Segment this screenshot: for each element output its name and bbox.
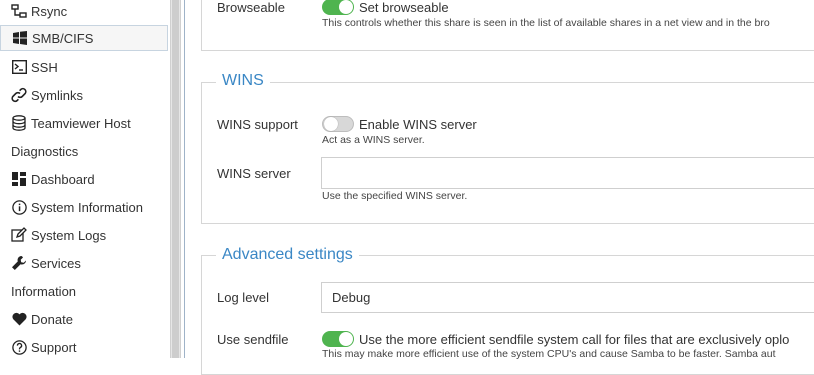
browseable-help: This controls whether this share is seen… — [322, 17, 770, 29]
wrench-icon — [11, 255, 27, 271]
wins-server-input[interactable] — [321, 157, 814, 189]
info-icon — [11, 199, 27, 215]
wins-server-label: WINS server — [217, 166, 291, 181]
wins-support-toggle-text: Enable WINS server — [359, 117, 477, 132]
browseable-label: Browseable — [217, 0, 285, 15]
heart-icon — [11, 311, 27, 327]
sidebar-scrollbar[interactable] — [170, 0, 181, 358]
database-icon — [11, 115, 27, 131]
use-sendfile-label: Use sendfile — [217, 332, 289, 347]
sidebar-item-label: Symlinks — [31, 87, 84, 103]
link-icon — [11, 87, 27, 103]
sidebar-heading-diagnostics: Diagnostics — [11, 144, 79, 159]
sidebar-item-symlinks[interactable]: Symlinks — [0, 82, 168, 108]
sidebar-item-label: Rsync — [31, 3, 68, 19]
wins-support-toggle[interactable] — [322, 116, 354, 132]
sidebar-item-services[interactable]: Services — [0, 250, 168, 276]
sidebar-item-teamviewer-host[interactable]: Teamviewer Host — [0, 110, 168, 136]
sidebar-item-smb-cifs[interactable]: SMB/CIFS — [0, 25, 168, 51]
wins-support-help: Act as a WINS server. — [322, 134, 425, 146]
sidebar-nav: Rsync SMB/CIFS SSH Symlinks Teamviewer H… — [0, 0, 170, 358]
browseable-toggle-text: Set browseable — [359, 0, 449, 15]
sidebar-item-system-information[interactable]: System Information — [0, 194, 168, 220]
sidebar-item-support[interactable]: Support — [0, 334, 168, 360]
sidebar-item-donate[interactable]: Donate — [0, 306, 168, 332]
terminal-icon — [11, 59, 27, 75]
use-sendfile-help: This may make more efficient use of the … — [322, 348, 776, 360]
sidebar-item-label: Support — [31, 339, 77, 355]
sidebar-item-label: Teamviewer Host — [31, 115, 131, 131]
toggle-knob — [339, 0, 353, 14]
use-sendfile-toggle-text: Use the more efficient sendfile system c… — [359, 332, 790, 347]
toggle-knob — [339, 332, 353, 346]
sidebar-heading-information: Information — [11, 284, 77, 299]
rsync-icon — [11, 3, 27, 19]
dashboard-icon — [11, 171, 27, 187]
wins-server-help: Use the specified WINS server. — [322, 190, 468, 202]
question-icon — [11, 339, 27, 355]
sidebar-item-system-logs[interactable]: System Logs — [0, 222, 168, 248]
sidebar-item-label: System Information — [31, 199, 143, 215]
scrollbar-thumb[interactable] — [172, 0, 179, 358]
windows-icon — [12, 30, 28, 46]
edit-icon — [11, 227, 27, 243]
toggle-knob — [324, 117, 338, 131]
sidebar-item-label: Services — [31, 255, 81, 271]
sidebar-item-label: SSH — [31, 59, 58, 75]
sidebar-item-ssh[interactable]: SSH — [0, 54, 168, 80]
sidebar-item-label: Donate — [31, 311, 73, 327]
sidebar-item-label: Dashboard — [31, 171, 95, 187]
wins-legend: WINS — [216, 72, 270, 90]
wins-fieldset — [201, 82, 814, 224]
log-level-label: Log level — [217, 290, 270, 305]
browseable-toggle[interactable] — [322, 0, 354, 15]
advanced-settings-legend: Advanced settings — [216, 246, 359, 264]
sidebar-item-label: SMB/CIFS — [32, 30, 94, 46]
settings-panel: Browseable Set browseable This controls … — [185, 0, 814, 375]
sidebar-item-label: System Logs — [31, 227, 107, 243]
sidebar-item-rsync[interactable]: Rsync — [0, 0, 168, 24]
wins-support-label: WINS support — [217, 117, 298, 132]
log-level-select[interactable]: Debug — [321, 282, 814, 313]
sidebar-item-dashboard[interactable]: Dashboard — [0, 166, 168, 192]
use-sendfile-toggle[interactable] — [322, 331, 354, 347]
